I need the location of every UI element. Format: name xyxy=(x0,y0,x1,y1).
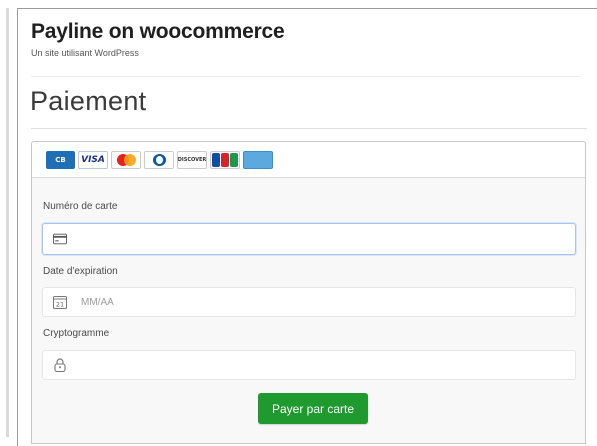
expiry-placeholder: MM/AA xyxy=(81,296,114,308)
card-number-label: Numéro de carte xyxy=(43,201,118,212)
expiry-label: Date d'expiration xyxy=(43,266,118,277)
site-title[interactable]: Payline on woocommerce xyxy=(31,20,285,44)
cvv-field[interactable] xyxy=(42,350,576,380)
accepted-cards-header: CB VISA DISCOVER xyxy=(31,141,586,178)
payment-form: Numéro de carte Date d'expiration 21 MM/… xyxy=(31,177,586,444)
cb-logo: CB xyxy=(46,151,75,169)
card-number-field[interactable] xyxy=(42,223,576,255)
diners-logo xyxy=(144,151,174,169)
pay-by-card-button[interactable]: Payer par carte xyxy=(258,393,368,424)
left-scroll-edge xyxy=(6,8,9,437)
site-description: Un site utilisant WordPress xyxy=(31,48,139,58)
calendar-icon: 21 xyxy=(53,295,67,309)
page-title: Paiement xyxy=(30,86,147,116)
jcb-logo xyxy=(210,151,240,169)
visa-logo: VISA xyxy=(78,151,108,169)
discover-logo: DISCOVER xyxy=(177,151,207,169)
page-frame: Payline on woocommerce Un site utilisant… xyxy=(17,8,597,446)
expiry-field[interactable]: 21 MM/AA xyxy=(42,287,576,317)
svg-text:21: 21 xyxy=(56,301,64,309)
title-divider xyxy=(31,128,587,129)
lock-icon xyxy=(53,358,67,372)
mastercard-logo xyxy=(111,151,141,169)
credit-card-icon xyxy=(53,232,67,246)
card-logos: CB VISA DISCOVER xyxy=(46,151,273,169)
cvv-label: Cryptogramme xyxy=(43,328,110,339)
header-divider xyxy=(31,76,581,77)
amex-logo xyxy=(243,151,273,169)
